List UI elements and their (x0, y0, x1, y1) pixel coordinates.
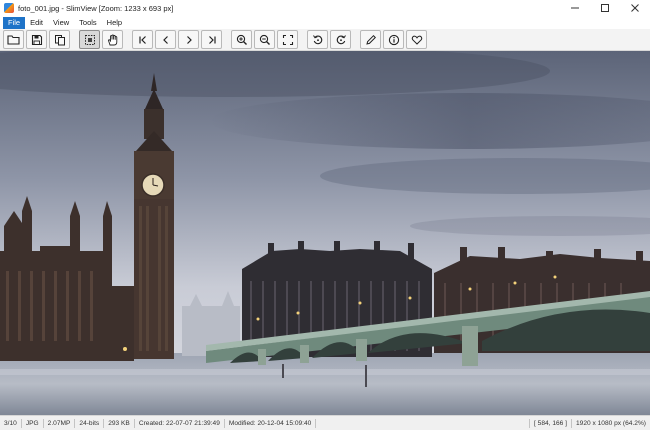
info-icon (388, 34, 399, 45)
image-format: JPG (22, 418, 44, 428)
first-image-icon (138, 35, 146, 44)
rotate-left-button[interactable] (307, 30, 328, 49)
favorite-heart-icon (411, 35, 422, 45)
maximize-icon (601, 4, 609, 12)
menu-help[interactable]: Help (102, 17, 127, 29)
cursor-coordinates: [ 584, 166 ] (528, 418, 571, 428)
image-viewport[interactable] (0, 51, 650, 415)
next-image-button[interactable] (178, 30, 199, 49)
zoom-in-button[interactable] (231, 30, 252, 49)
menu-tools[interactable]: Tools (74, 17, 102, 29)
toolbar (0, 29, 650, 51)
hand-pan-icon (107, 34, 117, 45)
copy-button[interactable] (49, 30, 70, 49)
last-image-button[interactable] (201, 30, 222, 49)
save-icon (31, 34, 42, 45)
close-button[interactable] (620, 0, 650, 16)
select-icon (84, 34, 95, 45)
minimize-button[interactable] (560, 0, 590, 16)
previous-image-button[interactable] (155, 30, 176, 49)
minimize-icon (571, 7, 579, 9)
menu-view[interactable]: View (48, 17, 74, 29)
status-bar-right: [ 584, 166 ] 1920 x 1080 px (64.2%) (528, 416, 650, 430)
info-button[interactable] (383, 30, 404, 49)
last-image-icon (208, 35, 216, 44)
window-controls (560, 0, 650, 16)
image-dimensions: 1920 x 1080 px (64.2%) (570, 418, 650, 428)
image-position: 3/10 (0, 418, 22, 428)
fit-to-window-icon (282, 34, 293, 45)
next-image-icon (186, 35, 192, 44)
image-megapixels: 2.07MP (44, 418, 76, 428)
zoom-in-icon (236, 34, 247, 45)
edit-button[interactable] (360, 30, 381, 49)
pan-tool-button[interactable] (102, 30, 123, 49)
title-bar: foto_001.jpg - SlimView [Zoom: 1233 x 69… (0, 0, 650, 16)
menu-bar: File Edit View Tools Help (0, 16, 650, 29)
open-folder-icon (7, 35, 20, 45)
edit-pencil-icon (365, 34, 376, 45)
zoom-out-button[interactable] (254, 30, 275, 49)
close-icon (631, 4, 639, 12)
app-logo-icon (4, 3, 14, 13)
select-tool-button[interactable] (79, 30, 100, 49)
rotate-left-icon (312, 34, 322, 44)
image-file-size: 293 KB (104, 418, 135, 428)
image-bit-depth: 24-bits (75, 418, 105, 428)
menu-edit[interactable]: Edit (25, 17, 48, 29)
copy-icon (54, 34, 65, 45)
rotate-right-button[interactable] (330, 30, 351, 49)
menu-file[interactable]: File (3, 16, 26, 29)
fit-to-window-button[interactable] (277, 30, 298, 49)
image-created-date: Created: 22-07-07 21:39:49 (135, 418, 225, 428)
window-title: foto_001.jpg - SlimView [Zoom: 1233 x 69… (18, 3, 174, 13)
status-bar: 3/10 JPG 2.07MP 24-bits 293 KB Created: … (0, 415, 650, 430)
photo-big-ben-westminster (0, 51, 650, 415)
open-button[interactable] (3, 30, 24, 49)
rotate-right-icon (336, 34, 346, 44)
favorite-button[interactable] (406, 30, 427, 49)
image-modified-date: Modified: 20-12-04 15:09:40 (225, 418, 317, 428)
maximize-button[interactable] (590, 0, 620, 16)
first-image-button[interactable] (132, 30, 153, 49)
save-button[interactable] (26, 30, 47, 49)
zoom-out-icon (259, 34, 270, 45)
previous-image-icon (162, 35, 168, 44)
